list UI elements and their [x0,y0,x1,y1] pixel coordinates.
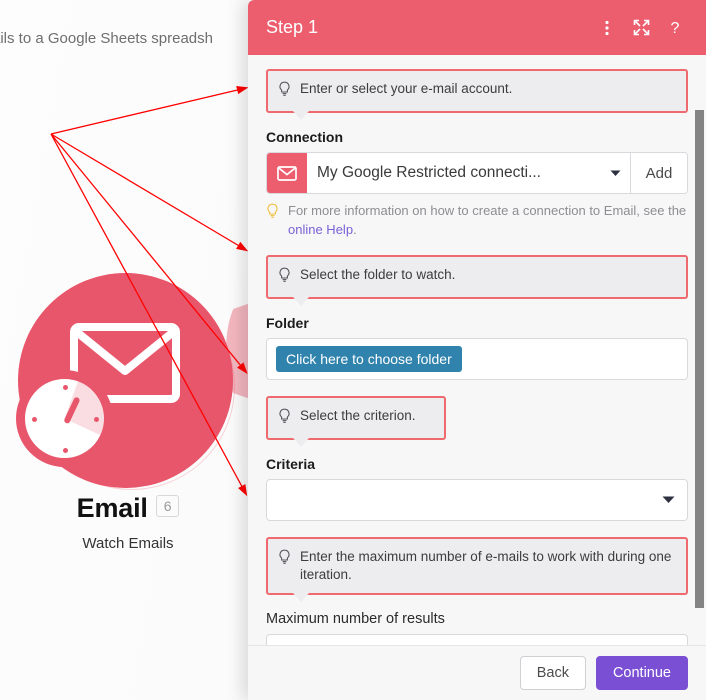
hint-connection: Enter or select your e-mail account. [266,69,688,120]
hint-folder: Select the folder to watch. [266,255,688,306]
choose-folder-button[interactable]: Click here to choose folder [276,346,462,372]
folder-field[interactable]: Click here to choose folder [266,338,688,380]
hint-criteria: Select the criterion. [266,396,446,447]
criteria-label: Criteria [266,456,316,472]
add-connection-button[interactable]: Add [630,153,687,193]
connection-value: My Google Restricted connecti... [317,164,541,181]
lightbulb-icon [278,81,291,102]
panel-body: Enter or select your e-mail account. Con… [248,55,706,645]
lightbulb-icon [278,549,291,570]
criteria-field[interactable] [266,479,688,521]
panel-title: Step 1 [266,17,319,37]
envelope-icon [267,153,307,193]
back-button[interactable]: Back [519,656,586,690]
connection-helper-suffix: . [353,222,357,237]
question-mark-icon[interactable]: ? [662,15,688,41]
module-badge: 6 [155,495,180,517]
kebab-menu-icon[interactable] [594,15,620,41]
max-results-field[interactable]: 1 [266,634,688,645]
lightbulb-icon [266,203,279,224]
panel-header: Step 1 ? [248,0,706,55]
chevron-down-icon[interactable] [649,496,687,504]
connection-field[interactable]: My Google Restricted connecti... Add [266,152,688,194]
clock-icon [16,370,113,467]
panel-scrollbar[interactable] [695,110,704,608]
module-subtitle: Watch Emails [82,535,174,552]
scenario-description-text: ails to a Google Sheets spreadsh [0,30,213,47]
continue-button[interactable]: Continue [595,656,688,690]
lightbulb-icon [278,408,291,429]
hint-criteria-text: Select the criterion. [300,408,416,423]
panel-footer: Back Continue [248,645,706,700]
hint-max-results-text: Enter the maximum number of e-mails to w… [300,549,672,582]
module-title-text: Email [76,493,148,523]
lightbulb-icon [278,267,291,288]
connection-label: Connection [266,129,343,145]
connection-helper-prefix: For more information on how to create a … [288,203,687,218]
chevron-down-icon[interactable] [600,170,630,177]
folder-label: Folder [266,315,309,331]
hint-connection-text: Enter or select your e-mail account. [300,81,513,96]
module-email[interactable]: Email 6 Watch Emails [8,265,262,552]
expand-icon[interactable] [628,15,654,41]
module-settings-panel: Step 1 ? Enter or select your e-mail acc… [248,0,706,700]
hint-max-results: Enter the maximum number of e-mails to w… [266,537,688,602]
module-title: Email 6 [8,493,248,524]
online-help-link[interactable]: online Help [288,222,353,237]
svg-text:?: ? [671,20,680,37]
connection-helper-text: For more information on how to create a … [266,201,688,239]
hint-folder-text: Select the folder to watch. [300,267,456,282]
max-results-label: Maximum number of results [266,611,445,627]
